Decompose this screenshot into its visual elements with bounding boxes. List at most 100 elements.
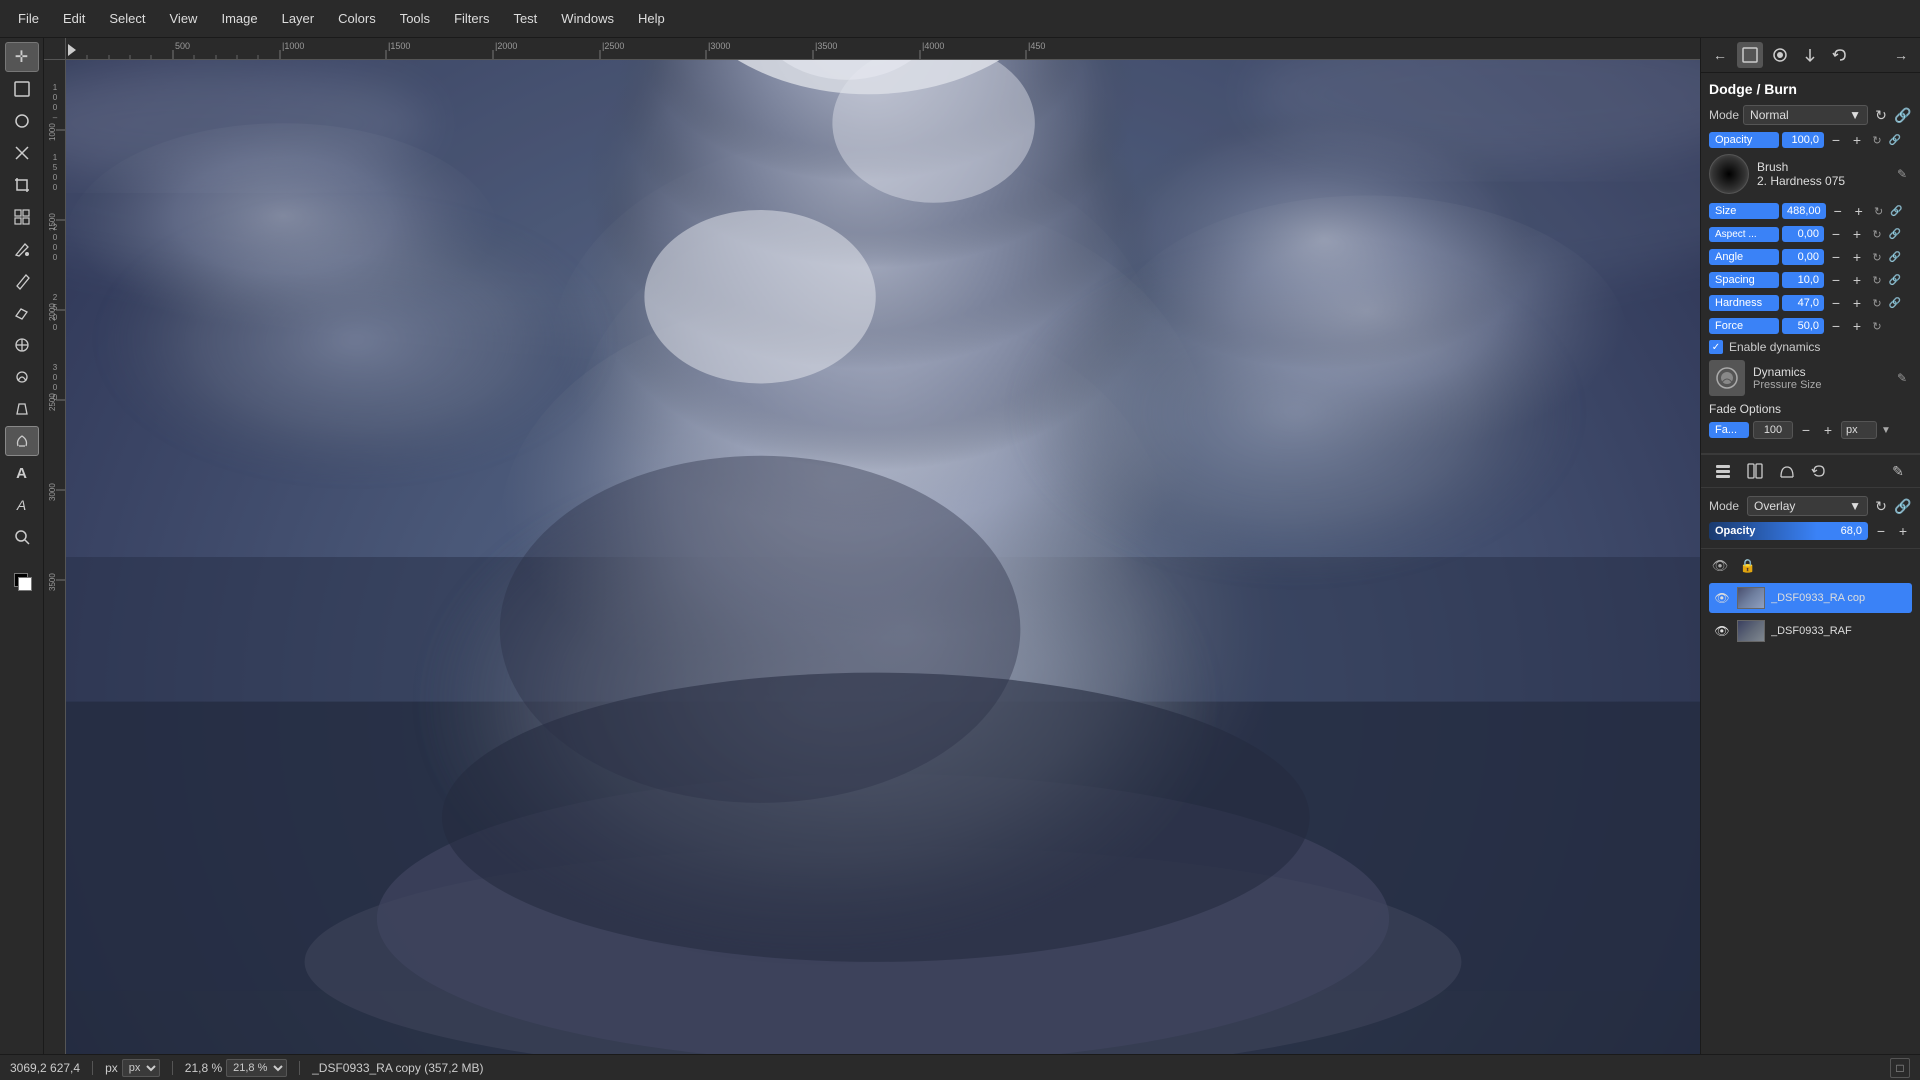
hardness-chain-btn[interactable]: 🔗 [1888, 296, 1902, 310]
tool-heal[interactable] [5, 362, 39, 392]
spacing-label[interactable]: Spacing [1709, 272, 1779, 288]
brush-name[interactable]: 2. Hardness 075 [1757, 174, 1884, 188]
tab-layers[interactable] [1709, 459, 1737, 483]
aspect-value[interactable]: 0,00 [1782, 226, 1824, 242]
mode-reset-btn[interactable]: ↻ [1872, 106, 1890, 124]
brush-edit-btn[interactable]: ✎ [1892, 164, 1912, 184]
image-canvas[interactable] [66, 60, 1700, 1054]
tool-colors[interactable] [5, 566, 39, 596]
hardness-label[interactable]: Hardness [1709, 295, 1779, 311]
aspect-reset-btn[interactable]: ↻ [1869, 226, 1885, 242]
hardness-plus-btn[interactable]: + [1848, 294, 1866, 312]
tool-clone[interactable] [5, 330, 39, 360]
layer-mode-dropdown[interactable]: Overlay ▼ [1747, 496, 1868, 516]
angle-value[interactable]: 0,00 [1782, 249, 1824, 265]
angle-chain-btn[interactable]: 🔗 [1888, 250, 1902, 264]
menu-image[interactable]: Image [211, 7, 267, 30]
tool-perspective[interactable] [5, 394, 39, 424]
tool-grid[interactable] [5, 202, 39, 232]
size-reset-btn[interactable]: ↻ [1871, 203, 1887, 219]
tool-transform[interactable] [5, 138, 39, 168]
tab-history[interactable] [1805, 459, 1833, 483]
panel-canvas-btn[interactable] [1737, 42, 1763, 68]
angle-label[interactable]: Angle [1709, 249, 1779, 265]
tool-dodge-burn[interactable] [5, 426, 39, 456]
panel-prev-btn[interactable]: ← [1707, 42, 1733, 68]
tool-crop[interactable] [5, 170, 39, 200]
spacing-minus-btn[interactable]: − [1827, 271, 1845, 289]
layer-mode-reset-btn[interactable]: ↻ [1872, 497, 1890, 515]
opacity-chain-btn[interactable]: 🔗 [1888, 133, 1902, 147]
brush-preview[interactable] [1709, 154, 1749, 194]
dynamics-icon[interactable] [1709, 360, 1745, 396]
size-label[interactable]: Size [1709, 203, 1779, 219]
menu-help[interactable]: Help [628, 7, 675, 30]
opacity-reset-btn[interactable]: ↻ [1869, 132, 1885, 148]
mode-chain-btn[interactable]: 🔗 [1894, 106, 1912, 124]
menu-test[interactable]: Test [503, 7, 547, 30]
tab-channels[interactable] [1741, 459, 1769, 483]
enable-dynamics-checkbox[interactable]: ✓ [1709, 340, 1723, 354]
fade-plus-btn[interactable]: + [1819, 421, 1837, 439]
layer-item-copy[interactable]: 👁 _DSF0933_RA cop [1709, 583, 1912, 613]
aspect-chain-btn[interactable]: 🔗 [1888, 227, 1902, 241]
layer-1-eye-icon[interactable]: 👁 [1713, 589, 1731, 607]
fade-value-input[interactable] [1753, 421, 1793, 439]
angle-minus-btn[interactable]: − [1827, 248, 1845, 266]
opacity-minus-btn[interactable]: − [1827, 131, 1845, 149]
layer-visible-eye-icon[interactable]: 👁 [1709, 555, 1731, 577]
aspect-label[interactable]: Aspect ... [1709, 227, 1779, 242]
panel-export-btn[interactable] [1797, 42, 1823, 68]
spacing-chain-btn[interactable]: 🔗 [1888, 273, 1902, 287]
tool-pencil[interactable] [5, 266, 39, 296]
tool-magnify[interactable] [5, 522, 39, 552]
size-value[interactable]: 488,00 [1782, 203, 1826, 219]
unit-select[interactable]: px [122, 1059, 160, 1077]
zoom-select[interactable]: 21,8 % [226, 1059, 287, 1077]
tool-lasso[interactable] [5, 106, 39, 136]
layer-opacity-minus-btn[interactable]: − [1872, 522, 1890, 540]
force-minus-btn[interactable]: − [1827, 317, 1845, 335]
status-expand-btn[interactable]: □ [1890, 1058, 1910, 1078]
opacity-label[interactable]: Opacity [1709, 132, 1779, 148]
size-plus-btn[interactable]: + [1850, 202, 1868, 220]
force-label[interactable]: Force [1709, 318, 1779, 334]
opacity-plus-btn[interactable]: + [1848, 131, 1866, 149]
aspect-minus-btn[interactable]: − [1827, 225, 1845, 243]
menu-colors[interactable]: Colors [328, 7, 386, 30]
mode-dropdown[interactable]: Normal ▼ [1743, 105, 1868, 125]
menu-select[interactable]: Select [99, 7, 155, 30]
tab-expand[interactable]: ✎ [1884, 459, 1912, 483]
fade-minus-btn[interactable]: − [1797, 421, 1815, 439]
force-value[interactable]: 50,0 [1782, 318, 1824, 334]
menu-edit[interactable]: Edit [53, 7, 95, 30]
spacing-reset-btn[interactable]: ↻ [1869, 272, 1885, 288]
layer-item-original[interactable]: 👁 _DSF0933_RAF [1709, 616, 1912, 646]
panel-next-btn[interactable]: → [1888, 42, 1914, 68]
tool-view[interactable] [5, 74, 39, 104]
hardness-minus-btn[interactable]: − [1827, 294, 1845, 312]
layer-lock-icon[interactable]: 🔒 [1737, 555, 1759, 577]
tool-text-italic[interactable]: A [5, 490, 39, 520]
tool-paint[interactable] [5, 234, 39, 264]
layer-mode-chain-btn[interactable]: 🔗 [1894, 497, 1912, 515]
angle-plus-btn[interactable]: + [1848, 248, 1866, 266]
panel-brush-btn[interactable] [1767, 42, 1793, 68]
angle-reset-btn[interactable]: ↻ [1869, 249, 1885, 265]
spacing-plus-btn[interactable]: + [1848, 271, 1866, 289]
panel-undo-btn[interactable] [1827, 42, 1853, 68]
tool-move[interactable]: ✛ [5, 42, 39, 72]
hardness-reset-btn[interactable]: ↻ [1869, 295, 1885, 311]
menu-view[interactable]: View [160, 7, 208, 30]
menu-filters[interactable]: Filters [444, 7, 499, 30]
layer-2-eye-icon[interactable]: 👁 [1713, 622, 1731, 640]
tab-paths[interactable] [1773, 459, 1801, 483]
opacity-value[interactable]: 100,0 [1782, 132, 1824, 148]
spacing-value[interactable]: 10,0 [1782, 272, 1824, 288]
dynamics-edit-btn[interactable]: ✎ [1892, 368, 1912, 388]
size-minus-btn[interactable]: − [1829, 202, 1847, 220]
aspect-plus-btn[interactable]: + [1848, 225, 1866, 243]
menu-layer[interactable]: Layer [272, 7, 325, 30]
size-chain-btn[interactable]: 🔗 [1890, 204, 1904, 218]
tool-text[interactable]: A [5, 458, 39, 488]
